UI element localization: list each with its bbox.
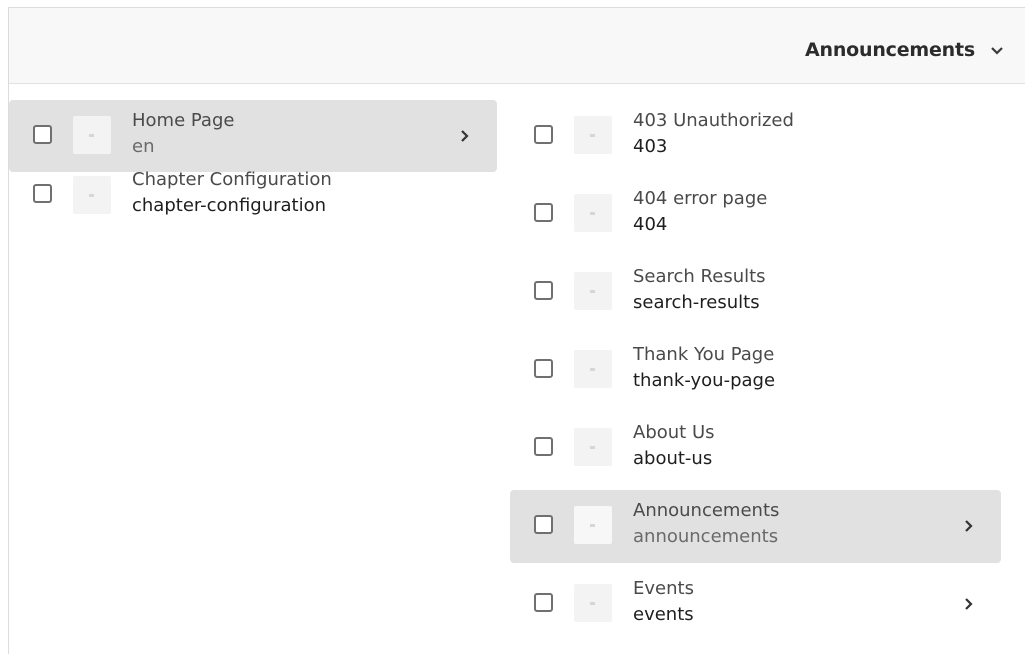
page-thumbnail xyxy=(73,176,111,214)
list-item-about-us[interactable]: About Us about-us xyxy=(510,412,1001,485)
list-item-403[interactable]: 403 Unauthorized 403 xyxy=(510,100,1001,173)
item-name: search-results xyxy=(633,292,760,313)
item-title: About Us xyxy=(633,422,715,443)
select-checkbox[interactable] xyxy=(534,593,553,612)
list-item-chapter-configuration[interactable]: Chapter Configuration chapter-configurat… xyxy=(9,169,497,250)
page-thumbnail xyxy=(574,350,612,388)
select-checkbox[interactable] xyxy=(534,359,553,378)
item-title: Events xyxy=(633,578,694,599)
select-checkbox[interactable] xyxy=(534,437,553,456)
item-title: Chapter Configuration xyxy=(132,169,332,190)
list-item-announcements[interactable]: Announcements announcements xyxy=(510,490,1001,563)
page-thumbnail xyxy=(73,116,111,154)
list-item-404[interactable]: 404 error page 404 xyxy=(510,178,1001,251)
page-thumbnail xyxy=(574,584,612,622)
list-item-home-page[interactable]: Home Page en xyxy=(9,100,497,172)
chevron-right-icon[interactable] xyxy=(963,595,975,613)
item-title: Search Results xyxy=(633,266,766,287)
select-checkbox[interactable] xyxy=(534,203,553,222)
item-name: chapter-configuration xyxy=(132,195,327,216)
page-thumbnail xyxy=(574,116,612,154)
select-checkbox[interactable] xyxy=(33,184,52,203)
list-item-events[interactable]: Events events xyxy=(510,568,1001,641)
select-checkbox[interactable] xyxy=(534,281,553,300)
column-2: 403 Unauthorized 403 404 error page 404 … xyxy=(510,100,1001,646)
column-1: Home Page en Chapter Configuration chapt… xyxy=(9,100,497,256)
select-checkbox[interactable] xyxy=(534,125,553,144)
item-title: 403 Unauthorized xyxy=(633,110,794,131)
page-thumbnail xyxy=(574,272,612,310)
select-checkbox[interactable] xyxy=(33,125,52,144)
select-checkbox[interactable] xyxy=(534,515,553,534)
column-header: Announcements xyxy=(9,8,1025,84)
item-title: Home Page xyxy=(132,110,235,131)
item-name: 403 xyxy=(633,136,668,157)
item-name: thank-you-page xyxy=(633,370,776,391)
item-name: en xyxy=(132,136,155,157)
item-title: Thank You Page xyxy=(633,344,775,365)
item-name: events xyxy=(633,604,694,625)
chevron-down-icon[interactable] xyxy=(987,42,1007,60)
page-thumbnail xyxy=(574,506,612,544)
item-name: about-us xyxy=(633,448,713,469)
current-folder-title[interactable]: Announcements xyxy=(805,39,975,61)
item-name: announcements xyxy=(633,526,779,547)
list-item-search-results[interactable]: Search Results search-results xyxy=(510,256,1001,329)
item-name: 404 xyxy=(633,214,668,235)
page-thumbnail xyxy=(574,194,612,232)
item-title: Announcements xyxy=(633,500,780,521)
item-title: 404 error page xyxy=(633,188,768,209)
page-thumbnail xyxy=(574,428,612,466)
chevron-right-icon[interactable] xyxy=(963,517,975,535)
chevron-right-icon[interactable] xyxy=(459,127,471,145)
list-item-thank-you-page[interactable]: Thank You Page thank-you-page xyxy=(510,334,1001,407)
